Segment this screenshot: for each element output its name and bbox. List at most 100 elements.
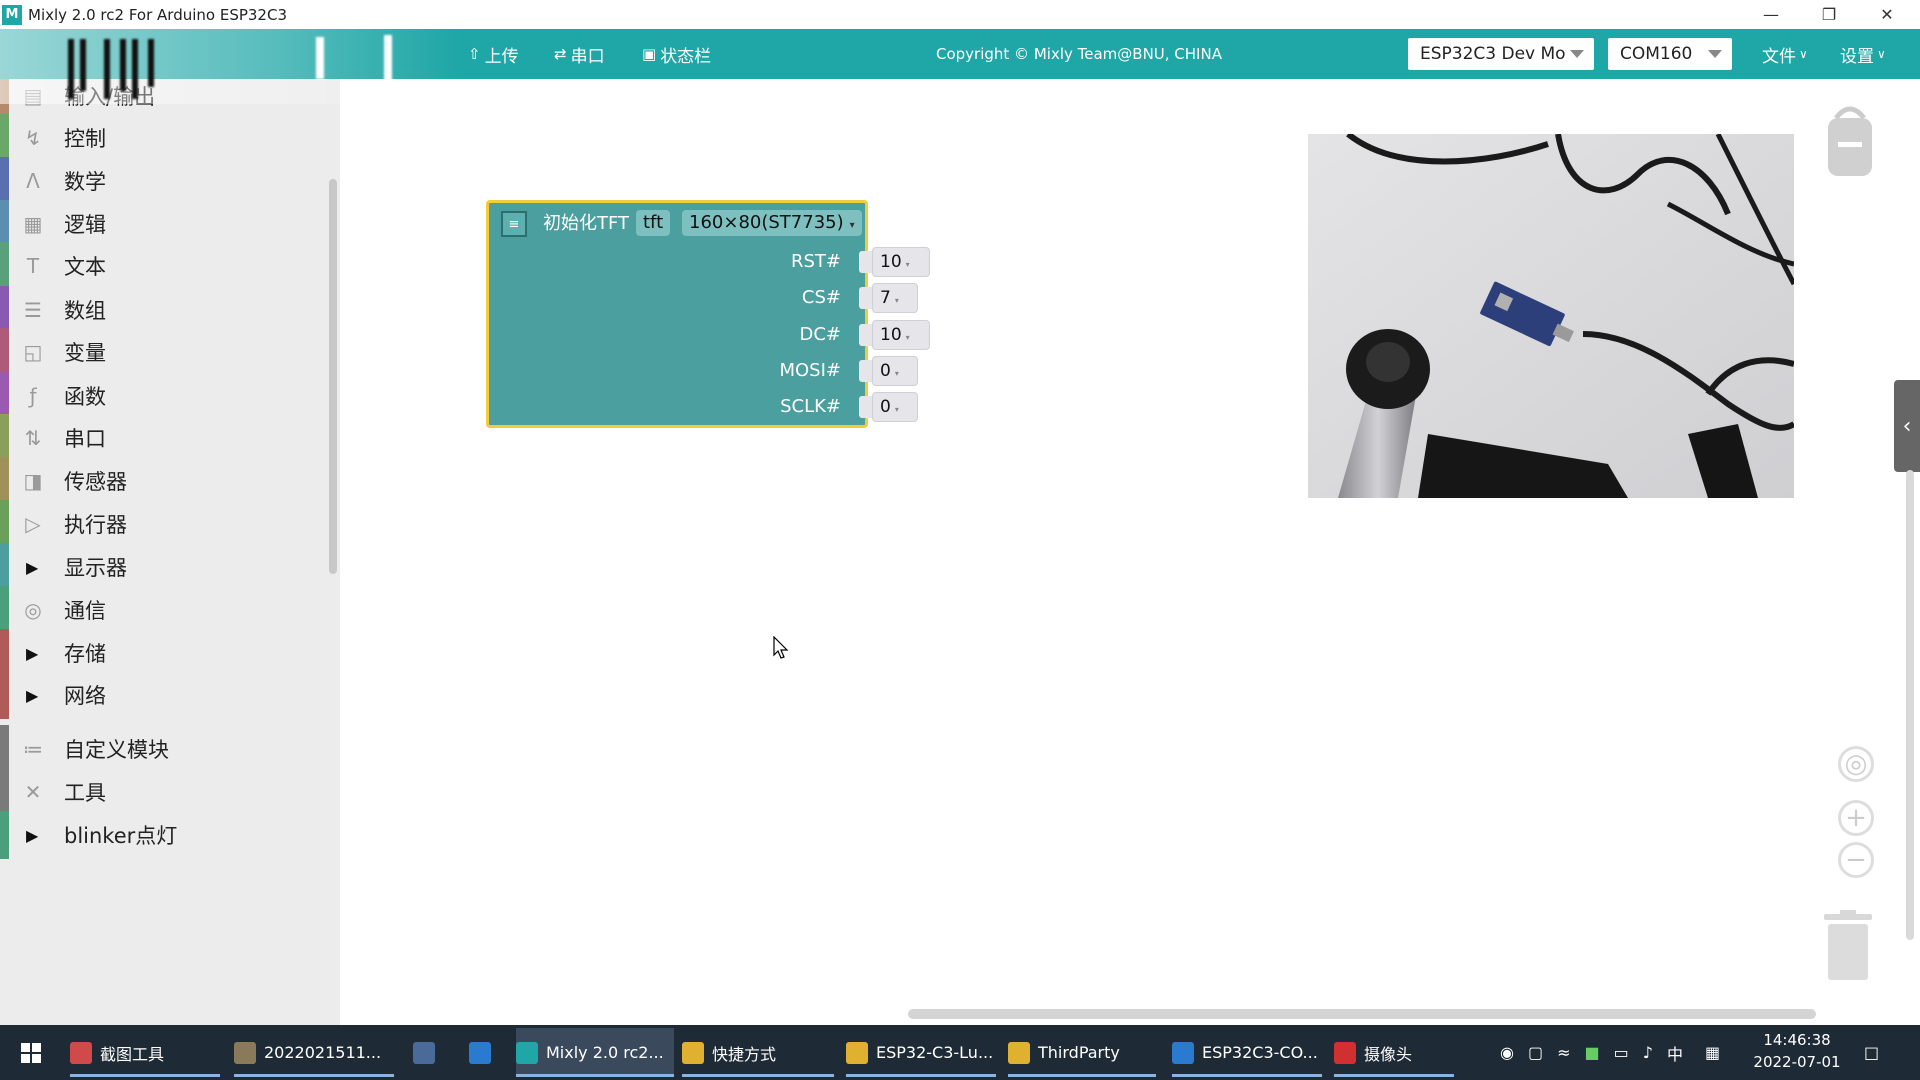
category-color-stripe <box>0 671 9 719</box>
statusbar-label: 状态栏 <box>660 46 712 67</box>
sidebar-scrollbar[interactable] <box>329 179 337 574</box>
zoom-out-icon[interactable]: − <box>1838 842 1874 878</box>
wifi-icon[interactable]: ≈ <box>1557 1043 1570 1062</box>
category-label: 网络 <box>64 684 106 708</box>
workspace-vertical-scrollbar[interactable] <box>1906 470 1914 940</box>
window-titlebar: M Mixly 2.0 rc2 For Arduino ESP32C3 — ❐ … <box>0 0 1920 29</box>
taskbar-app-label: 截图工具 <box>100 1044 165 1064</box>
board-select-value: ESP32C3 Dev Mo <box>1420 44 1566 64</box>
pin-label: RST# <box>790 251 841 272</box>
category-color-stripe <box>0 811 9 859</box>
chevron-down-icon <box>1570 50 1584 58</box>
custom-icon: ≔ <box>23 737 43 761</box>
app-icon <box>682 1041 704 1064</box>
clock-date: 2022-07-01 <box>1753 1053 1841 1071</box>
window-icon: ▣ <box>642 45 657 63</box>
file-menu-label: 文件 <box>1762 46 1796 67</box>
serial-label: 串口 <box>570 46 605 67</box>
block-title: 初始化TFT <box>543 213 630 234</box>
serial-icon: ⇅ <box>24 426 42 450</box>
category-label: 显示器 <box>64 556 127 580</box>
pin-value-dropdown[interactable]: 0 ▾ <box>872 392 918 422</box>
restore-button[interactable]: ❐ <box>1800 0 1858 29</box>
nvidia-icon[interactable]: ■ <box>1585 1043 1600 1062</box>
workspace-horizontal-scrollbar[interactable] <box>908 1009 1816 1019</box>
file-menu[interactable]: 文件 ∨ <box>1762 29 1808 79</box>
close-button[interactable]: ✕ <box>1858 0 1916 29</box>
tools-icon: ✕ <box>24 780 42 804</box>
category-label: 函数 <box>64 385 106 409</box>
category-label: 传感器 <box>64 470 127 494</box>
keyboard-icon[interactable]: ▦ <box>1705 1043 1720 1062</box>
start-button[interactable] <box>14 1028 48 1077</box>
expand-arrow-icon[interactable]: ▶ <box>26 558 38 577</box>
tft-variable-field[interactable]: tft <box>636 210 671 236</box>
taskview-icon[interactable]: ▢ <box>1528 1043 1543 1062</box>
array-icon: ☰ <box>24 298 42 322</box>
ime-indicator[interactable]: 中 <box>1667 1041 1683 1065</box>
port-select[interactable]: COM160 <box>1608 38 1732 70</box>
tft-model-value: 160×80(ST7735) <box>689 212 844 233</box>
window-title: Mixly 2.0 rc2 For Arduino ESP32C3 <box>28 5 287 24</box>
chevron-left-icon[interactable]: ‹ <box>1894 380 1920 472</box>
chevron-down-icon: ▾ <box>905 260 910 269</box>
category-label: 执行器 <box>64 513 127 537</box>
taskbar-app-label: 2022021511... <box>264 1043 382 1062</box>
tft-model-dropdown[interactable]: 160×80(ST7735) ▾ <box>682 210 862 236</box>
taskbar-app-label: ESP32-C3-Lu... <box>876 1043 994 1062</box>
sidebar-category-item[interactable]: ▶ blinker点灯 <box>0 809 330 861</box>
block-category-sidebar: ▤输入/输出↯控制Λ数学▦逻辑T文本☰数组◱变量ƒ函数⇅串口◨传感器▷执行器▶显… <box>0 79 340 1025</box>
taskbar-app-button[interactable]: Mixly 2.0 rc2... <box>516 1028 674 1077</box>
backpack-icon[interactable] <box>1824 104 1876 178</box>
taskbar-app-button[interactable]: ESP32C3-CO... <box>1172 1028 1322 1077</box>
pin-label: DC# <box>799 324 841 345</box>
upload-label: 上传 <box>484 46 519 67</box>
running-indicator <box>846 1074 996 1077</box>
pin-value-dropdown[interactable]: 7 ▾ <box>872 283 918 313</box>
taskbar-app-label: Mixly 2.0 rc2... <box>546 1043 664 1062</box>
pin-value-dropdown[interactable]: 10 ▾ <box>872 247 930 277</box>
minimize-button[interactable]: — <box>1742 0 1800 29</box>
pin-value-dropdown[interactable]: 0 ▾ <box>872 356 918 386</box>
expand-arrow-icon[interactable]: ▶ <box>26 826 38 845</box>
trash-icon[interactable] <box>1820 910 1876 982</box>
input-connector <box>859 360 873 382</box>
network-status-icon[interactable]: ◉ <box>1500 1043 1514 1062</box>
taskbar-app-button[interactable]: 2022021511... <box>234 1028 394 1077</box>
block-collapse-icon[interactable]: ≡ <box>501 211 527 237</box>
taskbar-app-button[interactable] <box>460 1028 500 1077</box>
tft-init-block[interactable]: ≡ 初始化TFT tft 160×80(ST7735) ▾ RST# CS# DC# M… <box>486 200 868 428</box>
expand-arrow-icon[interactable]: ▶ <box>26 686 38 705</box>
battery-icon[interactable]: ▭ <box>1614 1043 1629 1062</box>
sidebar-category-item[interactable]: ▶ 网络 <box>0 669 330 721</box>
taskbar-app-button[interactable]: ThirdParty <box>1008 1028 1156 1077</box>
serial-button[interactable]: ⇄ 串口 <box>554 29 605 79</box>
taskbar-app-button[interactable]: ESP32-C3-Lu... <box>846 1028 996 1077</box>
board-select[interactable]: ESP32C3 Dev Mo <box>1408 38 1594 70</box>
volume-icon[interactable]: ♪ <box>1643 1043 1653 1062</box>
zoom-in-icon[interactable]: + <box>1838 800 1874 836</box>
category-label: blinker点灯 <box>64 824 178 848</box>
upload-icon: ⇧ <box>468 45 481 63</box>
pin-label: MOSI# <box>779 360 841 381</box>
settings-menu[interactable]: 设置 ∨ <box>1840 29 1886 79</box>
upload-button[interactable]: ⇧ 上传 <box>468 29 519 79</box>
taskbar-clock[interactable]: 14:46:38 2022-07-01 <box>1752 1029 1842 1073</box>
statusbar-button[interactable]: ▣ 状态栏 <box>642 29 711 79</box>
category-color-stripe <box>0 242 9 290</box>
pin-value-dropdown[interactable]: 10 ▾ <box>872 320 930 350</box>
taskbar-app-button[interactable]: 摄像头 <box>1334 1028 1454 1077</box>
expand-arrow-icon[interactable]: ▶ <box>26 644 38 663</box>
logic-icon: ▦ <box>23 212 43 236</box>
taskbar-app-button[interactable]: 快捷方式 <box>682 1028 834 1077</box>
app-icon <box>1172 1041 1194 1064</box>
taskbar-app-button[interactable]: 截图工具 <box>70 1028 220 1077</box>
mixly-logo-icon: M <box>2 4 22 25</box>
taskbar-app-button[interactable] <box>404 1028 444 1077</box>
recenter-icon[interactable]: ◎ <box>1838 746 1874 782</box>
app-icon <box>1334 1041 1356 1064</box>
app-icon <box>70 1041 92 1064</box>
system-tray: ◉ ▢ ≈ ■ ▭ ♪ 中 ▦ <box>1500 1025 1720 1080</box>
notification-icon[interactable]: □ <box>1864 1025 1879 1080</box>
category-label: 通信 <box>64 599 106 623</box>
